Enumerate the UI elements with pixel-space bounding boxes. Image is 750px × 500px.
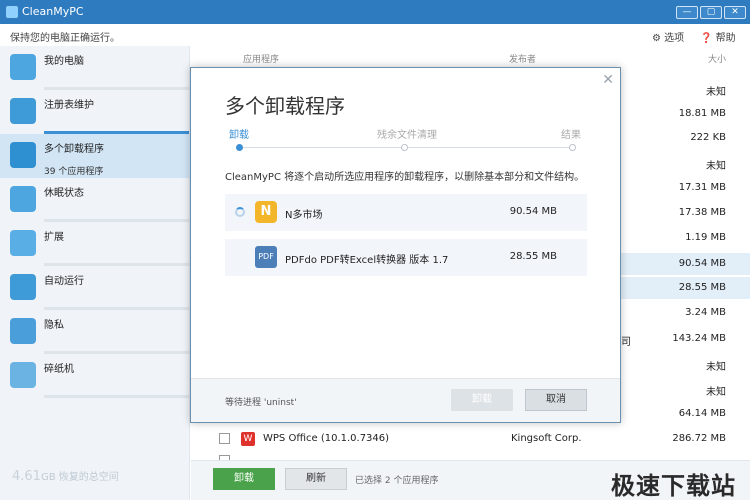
maximize-button[interactable]: ▢ — [700, 6, 722, 19]
pdf-converter-app-icon: PDF — [255, 246, 277, 268]
sidebar-item-label: 注册表维护 — [44, 100, 94, 111]
dialog-cancel-button[interactable]: 取消 — [525, 389, 587, 411]
list-item-size: 28.55 MB — [509, 251, 557, 262]
column-header-publisher[interactable]: 发布者 — [509, 52, 536, 65]
list-item-name: PDFdo PDF转Excel转换器 版本 1.7 — [285, 255, 449, 266]
sidebar-progress — [44, 395, 189, 398]
computer-icon — [10, 54, 36, 80]
table-row[interactable]: W WPS Office (10.1.0.7346) Kingsoft Corp… — [191, 428, 750, 452]
list-item-size: 未知 — [706, 362, 726, 373]
sub-header: 保持您的电脑正确运行。 ⚙ 选项 ❓ 帮助 — [0, 24, 750, 46]
list-item: N N多市场 90.54 MB — [225, 194, 587, 231]
list-item-size: 3.24 MB — [685, 307, 726, 318]
list-item: PDF PDFdo PDF转Excel转换器 版本 1.7 28.55 MB — [225, 239, 587, 276]
dialog-uninstall-button[interactable]: 卸载 — [451, 389, 513, 411]
sidebar: 我的电脑 注册表维护 多个卸载程序 39 个应用程序 休眠状态 扩展 自动运行 … — [0, 46, 190, 500]
column-header-app[interactable]: 应用程序 — [243, 52, 279, 65]
list-item-size: 17.31 MB — [678, 182, 726, 193]
close-window-button[interactable]: ✕ — [724, 6, 746, 19]
table-row[interactable] — [191, 450, 750, 460]
sidebar-item-my-computer[interactable]: 我的电脑 — [0, 46, 190, 90]
monitor-icon — [10, 186, 36, 212]
sidebar-item-multi-uninstaller[interactable]: 多个卸载程序 39 个应用程序 — [0, 134, 190, 178]
sidebar-item-hibernation[interactable]: 休眠状态 — [0, 178, 190, 222]
list-item-size: 未知 — [706, 387, 726, 398]
list-item-publisher: 司 — [621, 337, 631, 348]
gear-icon: ⚙ — [652, 33, 661, 44]
sidebar-item-autorun[interactable]: 自动运行 — [0, 266, 190, 310]
puzzle-icon — [10, 230, 36, 256]
options-label: 选项 — [664, 33, 685, 44]
list-item-size: 222 KB — [690, 132, 726, 143]
list-item-size: 未知 — [706, 161, 726, 172]
list-item-size: 143.24 MB — [672, 333, 726, 344]
list-item-size: 1.19 MB — [685, 232, 726, 243]
refresh-button[interactable]: 刷新 — [285, 468, 347, 490]
list-item-publisher: Kingsoft Corp. — [511, 433, 582, 444]
row-checkbox[interactable] — [219, 433, 230, 444]
shield-icon — [10, 318, 36, 344]
step-label-uninstall: 卸载 — [229, 130, 249, 141]
help-label: 帮助 — [715, 33, 736, 44]
options-link[interactable]: ⚙ 选项 — [652, 29, 684, 44]
app-subtitle: 保持您的电脑正确运行。 — [10, 33, 120, 44]
help-icon: ❓ — [700, 33, 713, 44]
sidebar-item-label: 休眠状态 — [44, 188, 84, 199]
uninstall-dialog: ✕ 多个卸载程序 卸载 残余文件清理 结果 CleanMyPC 将逐个启动所选应… — [190, 67, 621, 423]
window-title: CleanMyPC — [22, 5, 84, 18]
minimize-button[interactable]: — — [676, 6, 698, 19]
list-item-name: WPS Office (10.1.0.7346) — [263, 433, 390, 444]
storage-value: 4.61 — [12, 469, 41, 484]
storage-recovered: 4.61GB 恢复的总空间 — [12, 468, 119, 484]
sidebar-item-label: 自动运行 — [44, 276, 84, 287]
storage-text: GB 恢复的总空间 — [40, 472, 119, 483]
list-item-name: N多市场 — [285, 210, 323, 221]
sidebar-item-label: 我的电脑 — [44, 56, 84, 67]
uninstaller-box-icon — [10, 142, 36, 168]
list-item-size: 90.54 MB — [509, 206, 557, 217]
registry-cubes-icon — [10, 98, 36, 124]
sidebar-item-extensions[interactable]: 扩展 — [0, 222, 190, 266]
sidebar-item-privacy[interactable]: 隐私 — [0, 310, 190, 354]
list-item-size: 未知 — [706, 87, 726, 98]
sidebar-item-registry[interactable]: 注册表维护 — [0, 90, 190, 134]
sidebar-item-label: 多个卸载程序 — [44, 144, 104, 155]
sidebar-item-label: 隐私 — [44, 320, 64, 331]
list-item-size: 18.81 MB — [678, 108, 726, 119]
paper-plane-icon — [10, 274, 36, 300]
wps-app-icon: W — [241, 432, 255, 446]
app-logo-icon — [6, 6, 18, 18]
step-label-leftovers: 残余文件清理 — [377, 130, 437, 141]
title-bar: CleanMyPC — ▢ ✕ — [0, 0, 750, 24]
step-dot-results — [569, 144, 576, 151]
list-item-size: 90.54 MB — [678, 258, 726, 269]
loading-spinner-icon — [235, 207, 245, 217]
step-label-results: 结果 — [561, 130, 581, 141]
step-dot-uninstall — [236, 144, 243, 151]
process-status: 等待进程 'uninst' — [225, 398, 297, 408]
sidebar-item-label: 碎纸机 — [44, 364, 74, 375]
list-item-size: 64.14 MB — [678, 408, 726, 419]
watermark-logo: 极速下载站 — [611, 472, 736, 500]
list-item-size: 17.38 MB — [678, 207, 726, 218]
help-link[interactable]: ❓ 帮助 — [700, 29, 736, 44]
list-item-size: 286.72 MB — [672, 433, 726, 444]
uninstall-button[interactable]: 卸载 — [213, 468, 275, 490]
bottom-bar: 卸载 刷新 已选择 2 个应用程序 极速下载站 — [191, 460, 750, 500]
selection-count: 已选择 2 个应用程序 — [355, 476, 439, 486]
dialog-description: CleanMyPC 将逐个启动所选应用程序的卸载程序，以删除基本部分和文件结构。 — [225, 172, 585, 183]
dialog-close-icon[interactable]: ✕ — [602, 72, 614, 88]
sidebar-item-shredder[interactable]: 碎纸机 — [0, 354, 190, 398]
step-dot-leftovers — [401, 144, 408, 151]
sidebar-item-label: 扩展 — [44, 232, 64, 243]
shredder-icon — [10, 362, 36, 388]
dialog-footer: 等待进程 'uninst' 卸载 取消 — [191, 378, 620, 422]
list-item-size: 28.55 MB — [678, 282, 726, 293]
sidebar-item-sublabel: 39 个应用程序 — [44, 167, 104, 177]
dialog-title: 多个卸载程序 — [225, 94, 345, 118]
n-market-app-icon: N — [255, 201, 277, 223]
column-header-size[interactable]: 大小 — [708, 52, 726, 65]
